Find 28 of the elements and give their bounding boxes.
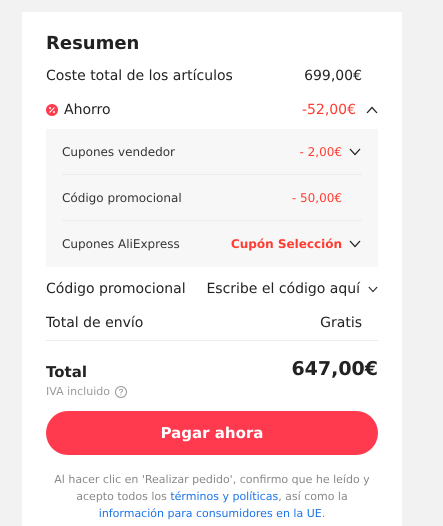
chevron-down-icon[interactable] <box>349 240 361 248</box>
row-label: Código promocional <box>46 280 187 298</box>
savings-label: Ahorro <box>64 100 112 120</box>
row-label: Coste total de los artículos <box>46 66 233 86</box>
chevron-down-icon[interactable] <box>349 148 361 156</box>
percent-badge-icon <box>46 104 58 116</box>
policy-link[interactable]: términos y políticas <box>170 490 278 503</box>
promo-code-dropdown[interactable]: Escribe el código aquí <box>206 278 378 300</box>
tax-note: IVA incluido <box>46 384 110 400</box>
chevron-down-icon[interactable] <box>368 286 378 292</box>
row-label: Cupones AliExpress <box>62 236 181 253</box>
total-label: Total <box>46 362 87 382</box>
savings-value: -52,00€ <box>302 100 356 120</box>
summary-title: Resumen <box>46 32 140 56</box>
row-value: - 2,00€ <box>300 144 342 160</box>
chevron-up-icon[interactable] <box>366 106 378 114</box>
row-value: - 50,00€ <box>292 190 342 206</box>
row-label: Código promocional <box>62 190 183 206</box>
help-icon[interactable] <box>114 386 127 398</box>
row-label: Total de envío <box>46 314 144 333</box>
disclaimer-text: Al hacer clic en 'Realizar pedido', confirmo que he leído y acepto todos los términos y políticas, así como la información para consumidores en la UE. <box>53 472 371 522</box>
total-value: 647,00€ <box>291 356 378 382</box>
row-value: Cupón Selección <box>230 236 342 253</box>
row-label: Cupones vendedor <box>62 144 176 160</box>
pay-now-button[interactable]: Pagar ahora <box>46 411 378 455</box>
row-value: Gratis <box>320 314 362 333</box>
policy-link[interactable]: información para consumidores en la UE <box>98 507 322 520</box>
row-value: 699,00€ <box>304 66 362 86</box>
